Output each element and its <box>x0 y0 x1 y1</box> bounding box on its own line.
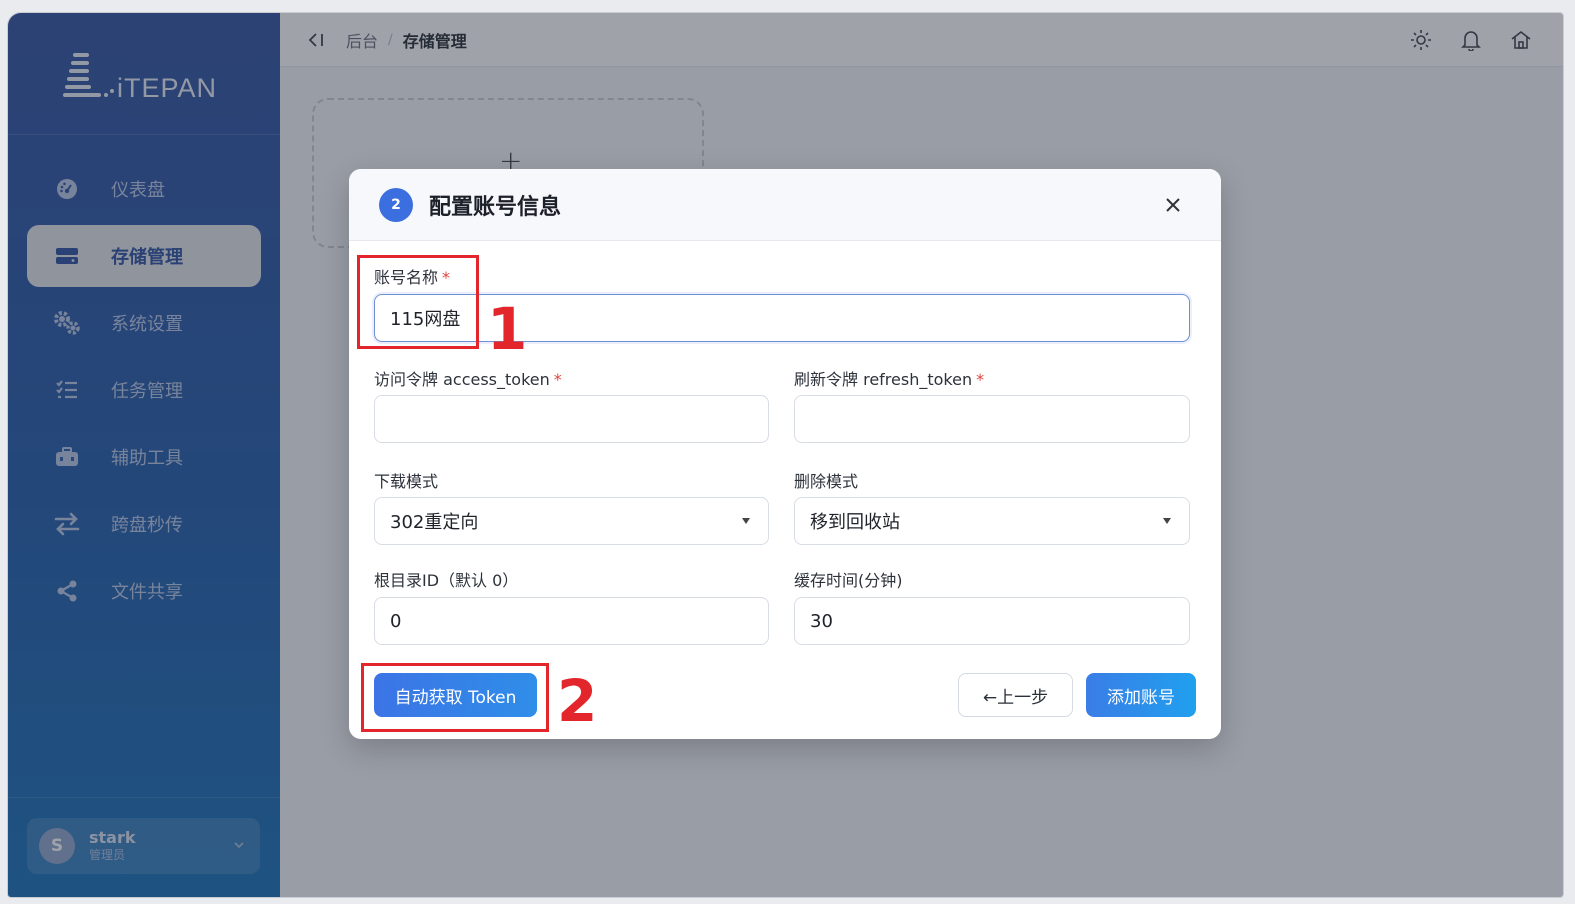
delete-mode-label: 删除模式 <box>794 472 859 491</box>
cache-time-label: 缓存时间(分钟) <box>794 571 903 590</box>
download-mode-label: 下载模式 <box>374 472 439 491</box>
root-id-label: 根目录ID（默认 0） <box>374 571 519 590</box>
annotation-box-2 <box>361 663 549 732</box>
annotation-number-1: 1 <box>487 295 528 363</box>
cache-time-input[interactable]: 30 <box>794 597 1190 645</box>
config-account-dialog: 2 配置账号信息 账号名称 * 115网盘 访问令牌 access_token * … <box>349 169 1221 739</box>
caret-down-icon <box>1163 518 1171 524</box>
dialog-header: 2 配置账号信息 <box>349 169 1221 241</box>
close-icon[interactable] <box>1161 193 1185 217</box>
annotation-number-2: 2 <box>557 667 598 735</box>
refresh-token-label: 刷新令牌 refresh_token * <box>794 366 984 390</box>
root-id-input[interactable]: 0 <box>374 597 769 645</box>
download-mode-select[interactable]: 302重定向 <box>374 497 769 545</box>
step-badge: 2 <box>379 187 413 222</box>
access-token-label: 访问令牌 access_token * <box>374 366 562 390</box>
required-mark: * <box>976 370 985 389</box>
required-mark: * <box>553 370 562 389</box>
label-text: 刷新令牌 refresh_token <box>794 370 973 389</box>
select-value: 移到回收站 <box>810 512 900 533</box>
delete-mode-select[interactable]: 移到回收站 <box>794 497 1190 545</box>
prev-step-button[interactable]: ←上一步 <box>958 673 1073 717</box>
refresh-token-input[interactable] <box>794 395 1190 443</box>
input-value: 30 <box>810 610 833 632</box>
annotation-box-1 <box>357 255 479 349</box>
label-text: 访问令牌 access_token <box>374 370 550 389</box>
caret-down-icon <box>742 518 750 524</box>
select-value: 302重定向 <box>390 512 479 533</box>
add-account-button[interactable]: 添加账号 <box>1086 673 1196 717</box>
input-value: 0 <box>390 610 402 632</box>
dialog-title: 配置账号信息 <box>429 194 562 220</box>
access-token-input[interactable] <box>374 395 769 443</box>
